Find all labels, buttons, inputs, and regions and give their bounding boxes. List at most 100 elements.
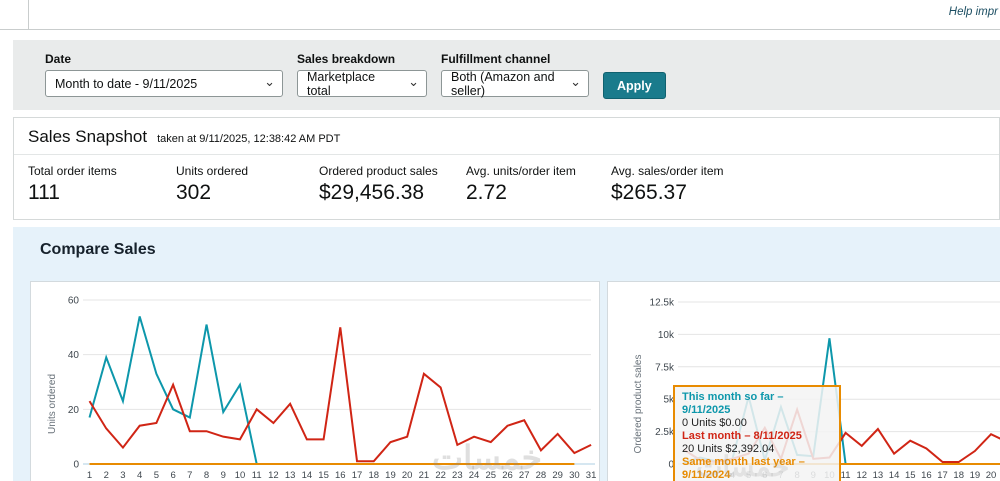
date-filter: Date Month to date - 9/11/2025 ⌄ <box>45 52 283 97</box>
svg-text:27: 27 <box>519 470 530 481</box>
chart-tooltip: This month so far – 9/11/2025 0 Units $0… <box>673 385 841 481</box>
chevron-down-icon: ⌄ <box>570 77 581 87</box>
svg-text:21: 21 <box>419 470 430 481</box>
metric-value: $265.37 <box>611 181 724 205</box>
svg-text:8: 8 <box>204 470 209 481</box>
svg-text:9: 9 <box>221 470 226 481</box>
svg-text:11: 11 <box>841 470 851 481</box>
compare-sales-title: Compare Sales <box>40 241 1000 259</box>
tooltip-this-month-label: This month so far – 9/11/2025 <box>682 391 832 417</box>
svg-text:15: 15 <box>905 470 916 481</box>
svg-text:1: 1 <box>87 470 92 481</box>
svg-text:12: 12 <box>856 470 867 481</box>
compare-sales-charts: 0204060123456789101112131415161718192021… <box>30 281 1000 481</box>
svg-text:12: 12 <box>268 470 279 481</box>
svg-text:19: 19 <box>970 470 981 481</box>
chevron-down-icon: ⌄ <box>408 77 419 87</box>
svg-text:24: 24 <box>469 470 480 481</box>
metric-ordered-product-sales: Ordered product sales $29,456.38 <box>319 164 466 205</box>
svg-text:60: 60 <box>68 296 80 307</box>
svg-text:4: 4 <box>137 470 142 481</box>
sales-snapshot-title: Sales Snapshot <box>28 127 147 147</box>
metric-label: Ordered product sales <box>319 164 466 178</box>
svg-text:10k: 10k <box>658 330 675 341</box>
svg-text:0: 0 <box>73 460 79 471</box>
tooltip-this-month-value: 0 Units $0.00 <box>682 417 832 430</box>
metric-label: Avg. sales/order item <box>611 164 724 178</box>
svg-text:25: 25 <box>485 470 496 481</box>
metric-value: 2.72 <box>466 181 611 205</box>
svg-text:20: 20 <box>402 470 413 481</box>
svg-text:7: 7 <box>187 470 192 481</box>
snapshot-timestamp: taken at 9/11/2025, 12:38:42 AM PDT <box>157 133 340 145</box>
svg-text:28: 28 <box>536 470 547 481</box>
metric-units-ordered: Units ordered 302 <box>176 164 319 205</box>
svg-text:16: 16 <box>921 470 932 481</box>
svg-text:31: 31 <box>586 470 597 481</box>
fulfillment-channel-select-value: Both (Amazon and seller) <box>451 70 564 98</box>
svg-text:18: 18 <box>953 470 964 481</box>
svg-text:15: 15 <box>318 470 329 481</box>
fulfillment-channel-label: Fulfillment channel <box>441 52 589 66</box>
snapshot-metrics: Total order items 111 Units ordered 302 … <box>14 155 999 219</box>
svg-text:2.5k: 2.5k <box>655 427 675 438</box>
tooltip-last-month-value: 20 Units $2,392.04 <box>682 443 832 456</box>
svg-text:5: 5 <box>154 470 159 481</box>
svg-text:14: 14 <box>302 470 313 481</box>
top-bar: Help impr <box>0 0 1000 30</box>
sales-breakdown-filter: Sales breakdown Marketplace total ⌄ <box>297 52 427 97</box>
svg-text:12.5k: 12.5k <box>650 298 675 309</box>
sales-breakdown-label: Sales breakdown <box>297 52 427 66</box>
date-select-value: Month to date - 9/11/2025 <box>55 77 197 91</box>
svg-text:26: 26 <box>502 470 513 481</box>
svg-text:6: 6 <box>170 470 175 481</box>
svg-text:20: 20 <box>986 470 997 481</box>
metric-avg-sales-order-item: Avg. sales/order item $265.37 <box>611 164 724 205</box>
svg-text:29: 29 <box>552 470 563 481</box>
ordered-product-sales-chart[interactable]: 02.5k5k7.5k10k12.5k123456789101112131415… <box>607 281 1000 481</box>
svg-text:18: 18 <box>368 470 379 481</box>
tooltip-last-year-label: Same month last year – 9/11/2024 <box>682 456 832 481</box>
fulfillment-channel-select[interactable]: Both (Amazon and seller) ⌄ <box>441 70 589 97</box>
seller-dashboard: Help impr Date Month to date - 9/11/2025… <box>0 0 1000 481</box>
units-ordered-chart[interactable]: 0204060123456789101112131415161718192021… <box>30 281 600 481</box>
metric-value: 302 <box>176 181 319 205</box>
sales-breakdown-select-value: Marketplace total <box>307 70 402 98</box>
sales-snapshot-panel: Sales Snapshot taken at 9/11/2025, 12:38… <box>13 117 1000 220</box>
svg-text:17: 17 <box>937 470 948 481</box>
svg-text:22: 22 <box>435 470 446 481</box>
svg-text:2: 2 <box>104 470 109 481</box>
fulfillment-channel-filter: Fulfillment channel Both (Amazon and sel… <box>441 52 589 97</box>
svg-text:20: 20 <box>68 405 80 416</box>
top-bar-left-border <box>28 0 29 29</box>
svg-text:13: 13 <box>285 470 296 481</box>
chevron-down-icon: ⌄ <box>264 77 275 87</box>
svg-text:11: 11 <box>252 470 262 481</box>
metric-value: $29,456.38 <box>319 181 466 205</box>
date-select[interactable]: Month to date - 9/11/2025 ⌄ <box>45 70 283 97</box>
tooltip-last-month-label: Last month – 8/11/2025 <box>682 430 832 443</box>
svg-text:7.5k: 7.5k <box>655 362 675 373</box>
metric-avg-units-order-item: Avg. units/order item 2.72 <box>466 164 611 205</box>
metric-label: Avg. units/order item <box>466 164 611 178</box>
help-improve-link[interactable]: Help impr <box>949 6 998 18</box>
metric-label: Total order items <box>28 164 176 178</box>
metric-label: Units ordered <box>176 164 319 178</box>
svg-text:14: 14 <box>889 470 900 481</box>
date-label: Date <box>45 52 283 66</box>
svg-text:16: 16 <box>335 470 346 481</box>
svg-text:19: 19 <box>385 470 396 481</box>
svg-text:Units ordered: Units ordered <box>47 374 58 434</box>
metric-value: 111 <box>28 181 176 205</box>
filter-bar: Date Month to date - 9/11/2025 ⌄ Sales b… <box>13 40 1000 110</box>
svg-text:13: 13 <box>873 470 884 481</box>
sales-snapshot-header: Sales Snapshot taken at 9/11/2025, 12:38… <box>14 118 999 155</box>
sales-breakdown-select[interactable]: Marketplace total ⌄ <box>297 70 427 97</box>
svg-text:23: 23 <box>452 470 463 481</box>
compare-sales-panel: Compare Sales 02040601234567891011121314… <box>13 227 1000 481</box>
apply-button[interactable]: Apply <box>603 72 666 99</box>
svg-text:10: 10 <box>235 470 246 481</box>
metric-total-order-items: Total order items 111 <box>28 164 176 205</box>
svg-text:17: 17 <box>352 470 363 481</box>
svg-text:30: 30 <box>569 470 580 481</box>
